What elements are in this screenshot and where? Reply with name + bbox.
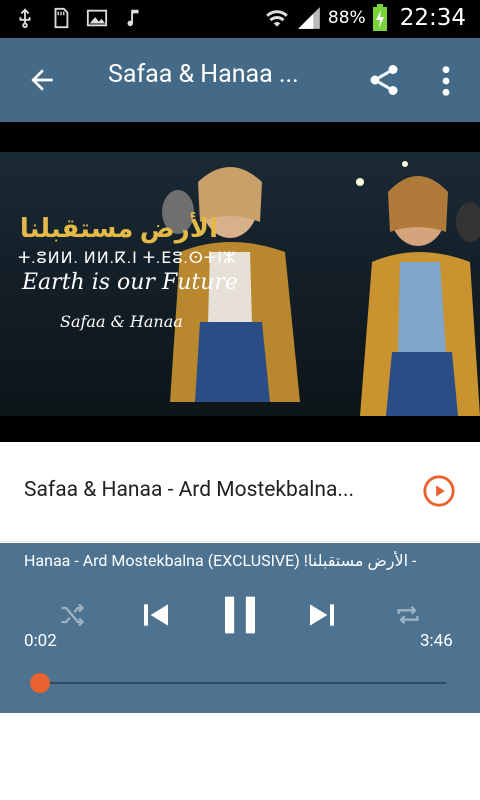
empty-area xyxy=(0,713,480,800)
video-tifinagh-line: ⵜ.ⵓⵍⵍ. ⵍⵍ.ⴽ.ⵏ ⵜ.ⴹⵓ.ⵙⵜⵏⵣ xyxy=(18,248,237,267)
battery-charging-icon xyxy=(372,4,387,31)
now-playing-marquee: Hanaa - Ard Mostekbalna (EXCLUSIVE) !الأ… xyxy=(24,551,417,570)
clock: 22:34 xyxy=(399,5,466,31)
shuffle-icon[interactable] xyxy=(56,601,88,629)
share-icon[interactable] xyxy=(366,62,402,98)
skip-next-icon[interactable] xyxy=(306,599,338,631)
track-row[interactable]: Safaa & Hanaa - Ard Mostekbalna... xyxy=(0,442,480,542)
video-arabic-title: الأرض مستقبلنا xyxy=(19,214,218,244)
app-bar-title: Safaa & Hanaa ... xyxy=(108,60,299,89)
wifi-icon xyxy=(266,10,288,27)
signal-icon xyxy=(298,7,320,29)
battery-percent: 88% xyxy=(327,8,366,28)
current-time: 0:02 xyxy=(24,631,57,651)
letterbox-top xyxy=(0,122,480,152)
sd-card-icon xyxy=(54,7,69,29)
repeat-icon[interactable] xyxy=(392,601,424,629)
seek-bar[interactable] xyxy=(36,682,446,684)
music-note-icon xyxy=(127,9,139,27)
video-thumbnail[interactable]: الأرض مستقبلنا ⵜ.ⵓⵍⵍ. ⵍⵍ.ⴽ.ⵏ ⵜ.ⴹⵓ.ⵙⵜⵏⵣ E… xyxy=(0,122,480,442)
video-signature: Safaa & Hanaa xyxy=(60,312,183,331)
seek-thumb[interactable] xyxy=(29,673,50,693)
usb-icon xyxy=(19,8,31,29)
more-vert-icon[interactable] xyxy=(436,64,456,98)
status-bar: 88% 22:34 xyxy=(0,0,480,38)
video-english-line: Earth is our Future xyxy=(22,270,238,295)
notification-icons xyxy=(14,6,144,30)
total-time: 3:46 xyxy=(420,631,453,651)
skip-previous-icon[interactable] xyxy=(140,599,172,631)
back-arrow-icon[interactable] xyxy=(26,64,58,96)
pause-icon[interactable] xyxy=(220,593,260,637)
play-circle-icon[interactable] xyxy=(422,474,456,508)
player-panel: Hanaa - Ard Mostekbalna (EXCLUSIVE) !الأ… xyxy=(0,543,480,713)
app-bar: Safaa & Hanaa ... xyxy=(0,38,480,122)
status-right: 88% 22:34 xyxy=(264,4,466,32)
letterbox-bottom xyxy=(0,416,480,442)
track-title: Safaa & Hanaa - Ard Mostekbalna... xyxy=(24,478,355,502)
image-icon xyxy=(86,9,108,27)
